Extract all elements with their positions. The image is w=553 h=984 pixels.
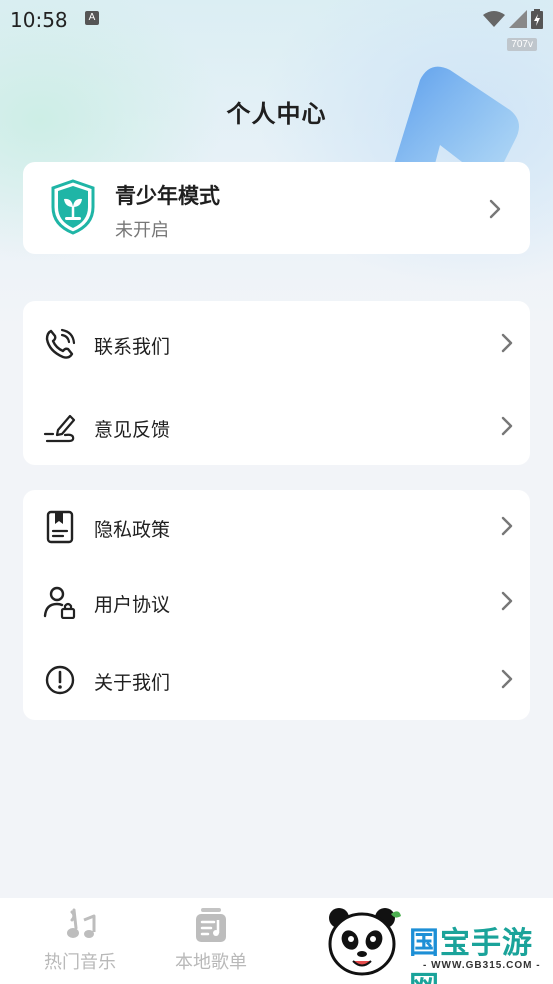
menu-item-label: 用户协议 bbox=[94, 595, 171, 616]
info-alert-icon bbox=[45, 665, 75, 695]
battery-icon bbox=[531, 9, 543, 29]
watermark-title-part-1: 国 bbox=[409, 927, 440, 960]
chevron-right-icon bbox=[501, 333, 513, 353]
menu-item-about[interactable]: 关于我们 bbox=[23, 649, 530, 709]
wifi-icon bbox=[483, 11, 505, 27]
nav-tab-label: 热门音乐 bbox=[44, 952, 116, 972]
shield-sprout-icon bbox=[51, 179, 95, 235]
document-icon bbox=[46, 510, 74, 544]
menu-item-label: 关于我们 bbox=[94, 673, 171, 694]
chevron-right-icon bbox=[501, 516, 513, 536]
status-icons bbox=[483, 8, 543, 30]
music-note-icon bbox=[67, 908, 96, 938]
menu-item-privacy[interactable]: 隐私政策 bbox=[23, 496, 530, 556]
watermark-url: - WWW.GB315.COM - bbox=[423, 960, 541, 971]
nav-tab-hot-music[interactable]: 热门音乐 bbox=[25, 906, 135, 982]
playlist-icon bbox=[196, 908, 226, 942]
pen-feedback-icon bbox=[43, 414, 76, 443]
menu-item-contact[interactable]: 联系我们 bbox=[23, 313, 530, 373]
menu-group-support: 联系我们 意见反馈 bbox=[23, 301, 530, 465]
chevron-right-icon bbox=[489, 199, 501, 219]
phone-icon bbox=[45, 328, 76, 359]
menu-item-label: 联系我们 bbox=[94, 337, 171, 358]
nav-tab-local-playlist[interactable]: 本地歌单 bbox=[156, 906, 266, 982]
page-title: 个人中心 bbox=[226, 101, 327, 128]
menu-item-label: 意见反馈 bbox=[94, 420, 171, 441]
user-lock-icon bbox=[43, 586, 76, 619]
youth-mode-card[interactable]: 青少年模式 未开启 bbox=[23, 162, 530, 254]
menu-item-user-agreement[interactable]: 用户协议 bbox=[23, 571, 530, 631]
watermark-title: 国宝手游网 bbox=[409, 918, 553, 984]
status-time: 10:58 bbox=[10, 8, 68, 32]
menu-group-legal: 隐私政策 用户协议 关于我们 bbox=[23, 490, 530, 720]
status-bar: 10:58 A 707v bbox=[0, 0, 553, 51]
menu-item-feedback[interactable]: 意见反馈 bbox=[23, 396, 530, 456]
panda-logo-icon bbox=[328, 908, 401, 976]
chevron-right-icon bbox=[501, 416, 513, 436]
signal-icon bbox=[509, 10, 527, 28]
youth-mode-title: 青少年模式 bbox=[115, 185, 220, 208]
watermark-logo: 国宝手游网 - WWW.GB315.COM - bbox=[305, 898, 553, 984]
status-badge: 707v bbox=[507, 38, 537, 51]
menu-item-label: 隐私政策 bbox=[94, 520, 171, 541]
chevron-right-icon bbox=[501, 591, 513, 611]
youth-mode-status: 未开启 bbox=[115, 220, 169, 240]
chevron-right-icon bbox=[501, 669, 513, 689]
a-icon: A bbox=[85, 11, 99, 25]
nav-tab-label: 本地歌单 bbox=[175, 952, 247, 972]
